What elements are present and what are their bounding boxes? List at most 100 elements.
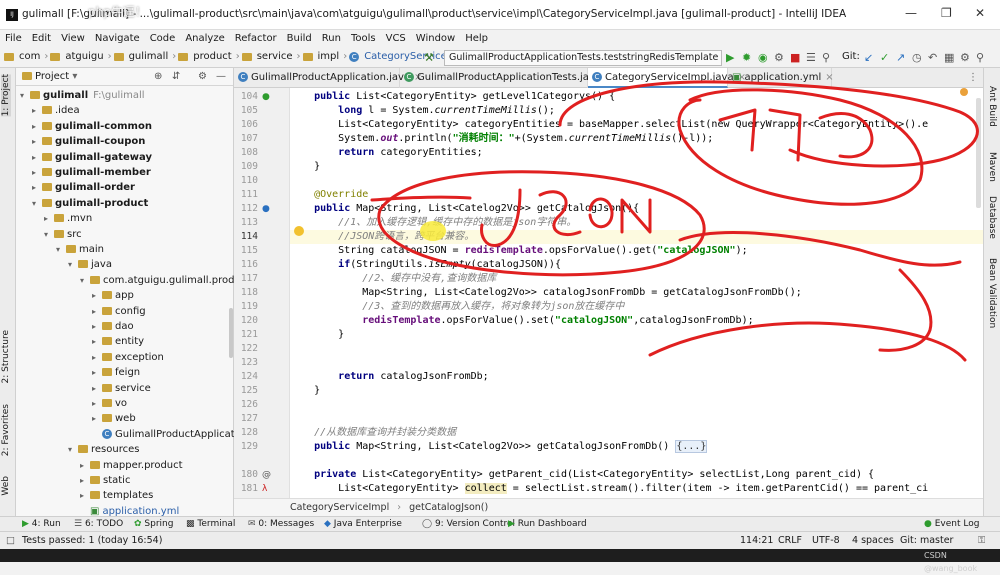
tree-item[interactable]: ▸ gulimall-coupon xyxy=(32,134,145,149)
menu-analyze[interactable]: Analyze xyxy=(180,30,229,48)
breadcrumb-atguigu[interactable]: atguigu xyxy=(63,51,105,62)
tool-terminal[interactable]: ▩ Terminal xyxy=(186,517,235,532)
tree-item[interactable]: ▸ app xyxy=(92,288,134,303)
expand-right-icon[interactable]: ▸ xyxy=(32,103,42,118)
line-number[interactable]: 106 xyxy=(234,118,258,132)
git-update-icon[interactable]: ↙ xyxy=(864,51,873,64)
folded-code-region[interactable]: {...} xyxy=(675,440,708,453)
git-history-icon[interactable]: ◷ xyxy=(912,51,922,64)
caret-position[interactable]: 114:21 xyxy=(740,532,773,550)
line-number[interactable]: 105 xyxy=(234,104,258,118)
tree-item[interactable]: ▸ templates xyxy=(80,488,153,503)
line-number[interactable]: 118 xyxy=(234,286,258,300)
implements-marker-icon[interactable]: ● xyxy=(262,90,270,104)
line-number[interactable]: 104 xyxy=(234,90,258,104)
tool-run-dashboard[interactable]: ▶ Run Dashboard xyxy=(508,517,587,532)
settings-icon[interactable]: ⚙ xyxy=(960,51,970,64)
run-icon[interactable]: ▶ xyxy=(726,51,734,64)
tab-overflow-icon[interactable]: ⋮ xyxy=(968,72,978,83)
expand-right-icon[interactable]: ▸ xyxy=(92,288,102,303)
menu-navigate[interactable]: Navigate xyxy=(90,30,145,48)
run-configuration-select[interactable]: GulimallProductApplicationTests.teststri… xyxy=(444,50,722,66)
locate-icon[interactable]: ⊕ xyxy=(154,68,162,86)
menu-file[interactable]: File xyxy=(0,30,27,48)
expand-right-icon[interactable]: ▸ xyxy=(80,458,90,473)
git-commit-icon[interactable]: ✓ xyxy=(880,51,889,64)
tree-item[interactable]: ▸ gulimall-gateway xyxy=(32,150,152,165)
line-number[interactable]: 116 xyxy=(234,258,258,272)
tree-item[interactable]: ▸ .mvn xyxy=(44,211,92,226)
line-number[interactable]: 126 xyxy=(234,398,258,412)
stop-icon[interactable]: ■ xyxy=(790,51,800,64)
tool-event-log[interactable]: ● Event Log xyxy=(924,517,979,532)
line-number[interactable]: 119 xyxy=(234,300,258,314)
menu-view[interactable]: View xyxy=(56,30,90,48)
tree-item[interactable]: ▾ com.atguigu.gulimall.produ xyxy=(80,273,241,288)
expand-right-icon[interactable]: ▸ xyxy=(32,180,42,195)
database-tool-tab[interactable]: Database xyxy=(987,196,997,239)
line-number[interactable]: 128 xyxy=(234,426,258,440)
breadcrumb-product[interactable]: product xyxy=(191,51,233,62)
minimize-icon[interactable]: — xyxy=(905,6,917,20)
collapse-all-icon[interactable]: ⇵ xyxy=(172,68,180,86)
close-icon[interactable]: ✕ xyxy=(975,6,985,20)
tool-java-enterprise[interactable]: ◆ Java Enterprise xyxy=(324,517,402,532)
tree-item[interactable]: ▸ entity xyxy=(92,334,144,349)
tool-messages[interactable]: ✉ 0: Messages xyxy=(248,517,314,532)
line-number[interactable]: 129 xyxy=(234,440,258,454)
debug-icon[interactable]: ✹ xyxy=(742,51,751,64)
line-number[interactable]: 115 xyxy=(234,244,258,258)
profile-icon[interactable]: ⚙ xyxy=(774,51,784,64)
line-number[interactable]: 113 xyxy=(234,216,258,230)
restore-icon[interactable]: ❐ xyxy=(941,6,952,20)
line-separator[interactable]: CRLF xyxy=(778,532,802,550)
tab-application-yml[interactable]: ▣ application.yml × xyxy=(728,68,834,88)
menu-refactor[interactable]: Refactor xyxy=(230,30,282,48)
tree-item[interactable]: ▾ src xyxy=(44,227,82,242)
editor-scrollbar[interactable] xyxy=(976,98,981,208)
annotation-marker-icon[interactable]: @ xyxy=(262,468,271,482)
tree-item[interactable]: ▸ web xyxy=(92,411,136,426)
expand-down-icon[interactable]: ▾ xyxy=(68,257,78,272)
lambda-marker-icon[interactable]: λ xyxy=(262,482,267,496)
line-number[interactable]: 124 xyxy=(234,370,258,384)
search-icon[interactable]: ⚲ xyxy=(822,51,830,64)
code-editor[interactable]: public List<CategoryEntity> getLevel1Cat… xyxy=(290,88,983,498)
line-number[interactable]: 123 xyxy=(234,356,258,370)
tree-item[interactable]: ▸ mapper.product xyxy=(80,458,183,473)
line-number[interactable]: 108 xyxy=(234,146,258,160)
tree-item[interactable]: ▾ resources xyxy=(68,442,139,457)
expand-down-icon[interactable]: ▾ xyxy=(20,88,30,103)
tree-item[interactable]: ▾ java xyxy=(68,257,112,272)
expand-right-icon[interactable]: ▸ xyxy=(92,334,102,349)
tree-item[interactable]: ▸ exception xyxy=(92,350,164,365)
tree-item[interactable]: ▸ config xyxy=(92,304,146,319)
hammer-icon[interactable]: ⚒ xyxy=(424,51,434,64)
status-message[interactable]: Tests passed: 1 (today 16:54) xyxy=(22,532,162,550)
inspection-status-icon[interactable] xyxy=(960,88,968,96)
tree-item[interactable]: ▸ feign xyxy=(92,365,140,380)
tool-todo[interactable]: ☰ 6: TODO xyxy=(74,517,123,532)
tree-item[interactable]: ▾ main xyxy=(56,242,104,257)
tree-item[interactable]: ▾ gulimall F:\gulimall xyxy=(20,88,145,103)
file-encoding[interactable]: UTF-8 xyxy=(812,532,840,550)
line-number[interactable]: 181 xyxy=(234,482,258,496)
override-marker-icon[interactable]: ● xyxy=(262,202,270,216)
line-number[interactable]: 121 xyxy=(234,328,258,342)
expand-right-icon[interactable]: ▸ xyxy=(92,319,102,334)
rollback-icon[interactable]: ↶ xyxy=(928,51,937,64)
expand-right-icon[interactable]: ▸ xyxy=(92,396,102,411)
tree-item[interactable]: ▸ vo xyxy=(92,396,127,411)
menu-tools[interactable]: Tools xyxy=(346,30,381,48)
project-scrollbar[interactable] xyxy=(229,308,233,358)
line-number[interactable]: 117 xyxy=(234,272,258,286)
close-tab-icon[interactable]: × xyxy=(825,72,833,83)
line-number[interactable]: 180 xyxy=(234,468,258,482)
vcs-branch[interactable]: Git: master xyxy=(900,532,953,550)
project-tool-tab[interactable]: 1: Project xyxy=(1,74,11,117)
line-number[interactable]: 114 xyxy=(234,230,258,244)
web-tool-tab[interactable]: Web xyxy=(1,476,11,496)
expand-right-icon[interactable]: ▸ xyxy=(92,381,102,396)
line-number[interactable]: 125 xyxy=(234,384,258,398)
expand-right-icon[interactable]: ▸ xyxy=(92,304,102,319)
